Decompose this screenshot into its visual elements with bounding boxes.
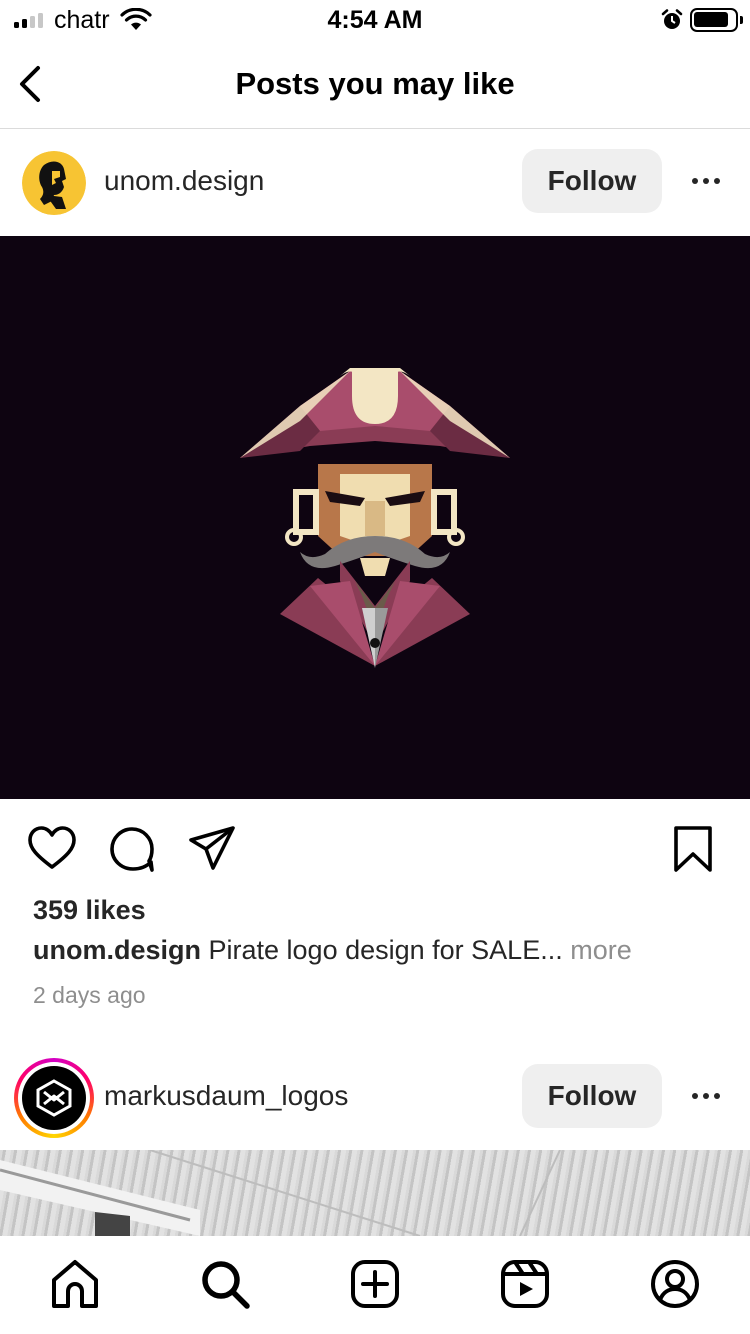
photo-texture <box>0 1150 561 1236</box>
status-bar: chatr 4:54 AM <box>0 0 750 40</box>
post-username[interactable]: unom.design <box>104 165 264 197</box>
pirate-logo-illustration <box>240 368 510 668</box>
bookmark-icon[interactable] <box>668 824 718 874</box>
page-header: Posts you may like <box>0 40 750 129</box>
avatar[interactable] <box>22 151 86 215</box>
markusdaum-logo <box>36 1079 72 1117</box>
send-icon[interactable] <box>187 824 237 874</box>
comment-icon[interactable] <box>107 824 157 874</box>
post-caption: unom.design Pirate logo design for SALE.… <box>33 935 632 966</box>
battery-icon <box>690 8 743 32</box>
page-title: Posts you may like <box>235 66 515 101</box>
post-image[interactable] <box>0 236 750 799</box>
post-header: markusdaum_logos Follow <box>0 1044 750 1150</box>
caption-text: Pirate logo design for SALE... <box>201 935 563 965</box>
caption-username[interactable]: unom.design <box>33 935 201 965</box>
more-options-icon[interactable] <box>686 159 726 203</box>
follow-button[interactable]: Follow <box>522 149 662 213</box>
post-username[interactable]: markusdaum_logos <box>104 1080 348 1112</box>
post-image[interactable] <box>0 1150 750 1236</box>
post-actions <box>0 812 750 884</box>
status-time: 4:54 AM <box>327 6 423 34</box>
reels-icon[interactable] <box>499 1258 551 1310</box>
unom-logo <box>22 151 86 215</box>
caption-more-link[interactable]: more <box>563 935 632 965</box>
avatar[interactable] <box>14 1058 94 1138</box>
more-options-icon[interactable] <box>686 1074 726 1118</box>
follow-button[interactable]: Follow <box>522 1064 662 1128</box>
bottom-tab-bar <box>0 1236 750 1334</box>
add-post-icon[interactable] <box>349 1258 401 1310</box>
alarm-icon <box>661 9 683 29</box>
home-icon[interactable] <box>49 1258 101 1310</box>
post-timestamp: 2 days ago <box>33 982 146 1008</box>
profile-icon[interactable] <box>649 1258 701 1310</box>
post-header: unom.design Follow <box>0 129 750 235</box>
search-icon[interactable] <box>199 1258 251 1310</box>
likes-count[interactable]: 359 likes <box>33 895 146 926</box>
heart-icon[interactable] <box>27 824 77 874</box>
